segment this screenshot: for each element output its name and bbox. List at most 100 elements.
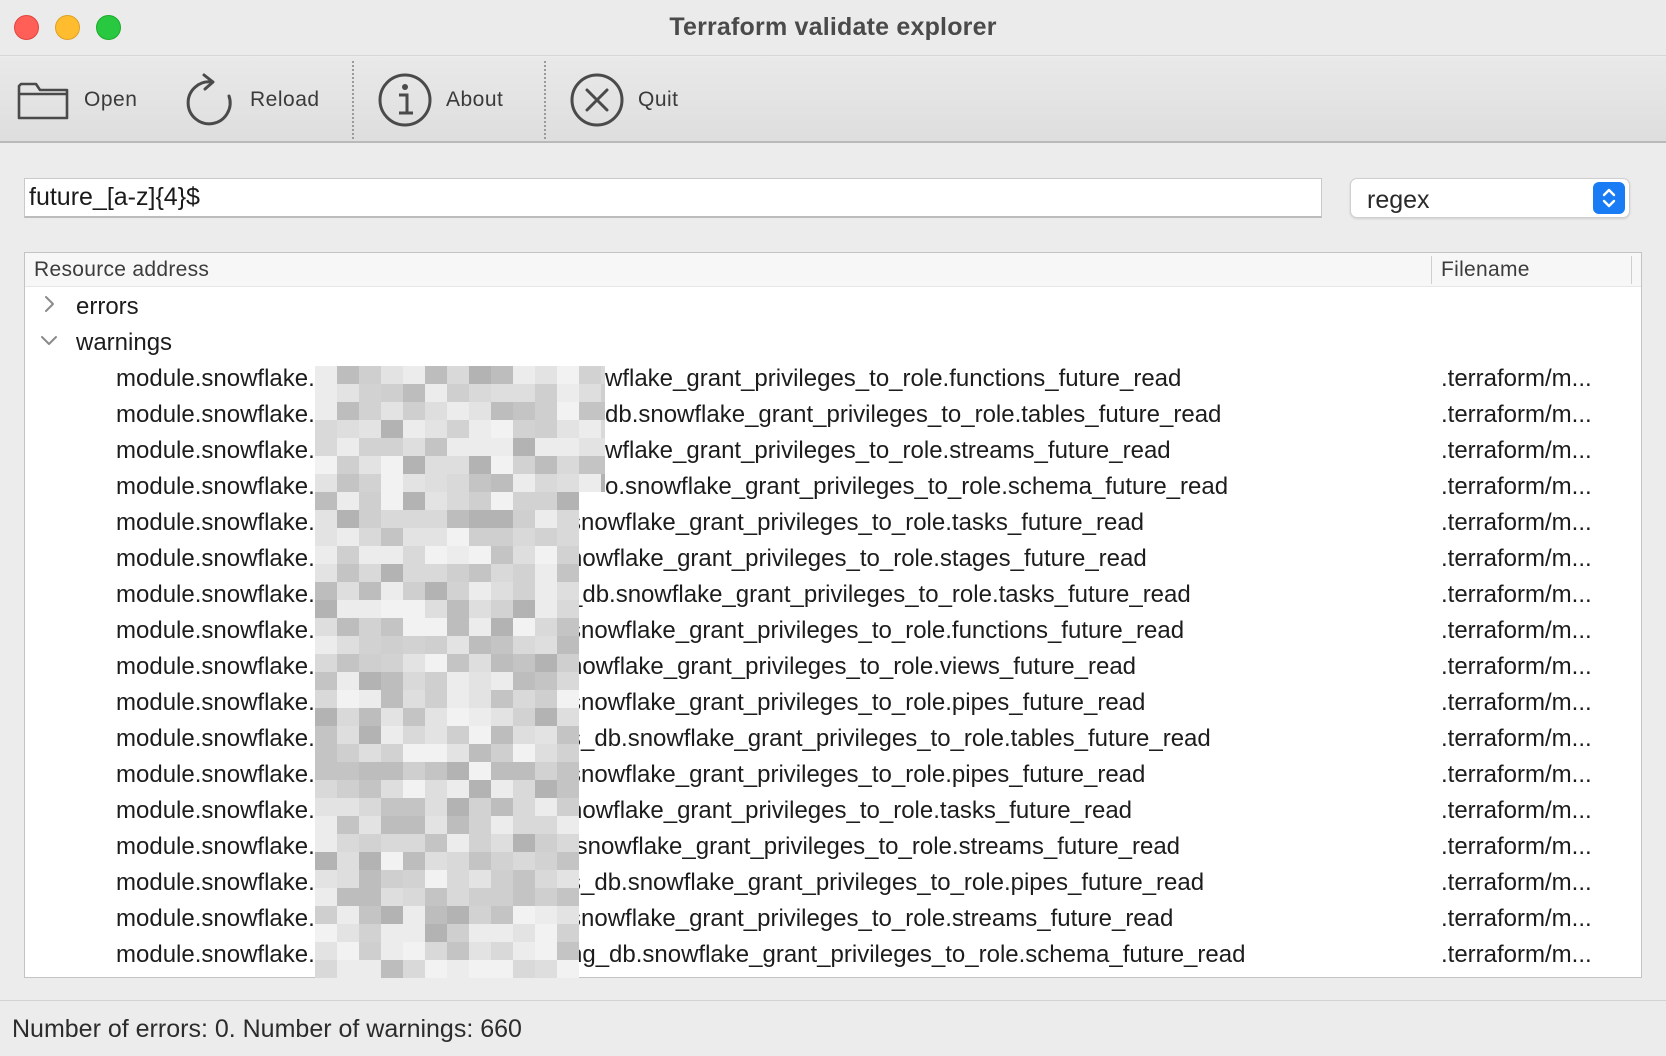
- resource-address-prefix: module.snowflake.: [116, 545, 315, 572]
- open-button[interactable]: Open: [14, 57, 137, 143]
- resource-address-suffix: snowflake_grant_privileges_to_role.strea…: [569, 905, 1174, 932]
- redaction-cell: [513, 582, 535, 600]
- table-row[interactable]: module.snowflake. nowflake_grant_privileg…: [25, 647, 1641, 683]
- reload-button[interactable]: Reload: [180, 57, 320, 143]
- table-row[interactable]: module.snowflake. db.snowflake_grant_priv…: [25, 395, 1641, 431]
- redaction-cell: [535, 636, 557, 654]
- redaction-cell: [557, 834, 579, 852]
- redaction-cell: [513, 870, 535, 888]
- redaction-cell: [381, 798, 403, 816]
- filter-input[interactable]: [24, 178, 1322, 218]
- warning-list: module.snowflake. wflake_grant_privileges…: [25, 359, 1641, 971]
- redaction-cell: [491, 942, 513, 960]
- redaction-cell: [469, 438, 491, 456]
- column-divider[interactable]: [1431, 256, 1432, 284]
- column-header-resource-address[interactable]: Resource address: [34, 258, 209, 282]
- redaction-cell: [359, 618, 381, 636]
- redaction-cell: [535, 582, 557, 600]
- redaction-cell: [491, 510, 513, 528]
- redaction-cell: [381, 420, 403, 438]
- table-row[interactable]: module.snowflake. wflake_grant_privileges…: [25, 431, 1641, 467]
- redaction-cell: [403, 672, 425, 690]
- table-row[interactable]: module.snowflake. ng_db.snowflake_grant_p…: [25, 935, 1641, 971]
- redaction-cell: [447, 726, 469, 744]
- redaction-cell: [315, 528, 337, 546]
- table-row[interactable]: module.snowflake. snowflake_grant_privile…: [25, 755, 1641, 791]
- table-row[interactable]: module.snowflake. snowflake_grant_privile…: [25, 611, 1641, 647]
- redaction-cell: [403, 762, 425, 780]
- table-row[interactable]: module.snowflake. o.snowflake_grant_privi…: [25, 467, 1641, 503]
- table-row[interactable]: module.snowflake. s_db.snowflake_grant_pr…: [25, 863, 1641, 899]
- filter-mode-select[interactable]: regex: [1350, 178, 1630, 218]
- table-row[interactable]: module.snowflake. nowflake_grant_privileg…: [25, 539, 1641, 575]
- resource-address-prefix: module.snowflake.: [116, 905, 315, 932]
- redaction-cell: [557, 888, 579, 906]
- redaction-cell: [403, 438, 425, 456]
- table-row[interactable]: module.snowflake. wflake_grant_privileges…: [25, 359, 1641, 395]
- redaction-cell: [557, 726, 579, 744]
- redaction-cell: [337, 618, 359, 636]
- table-row[interactable]: module.snowflake. snowflake_grant_privile…: [25, 899, 1641, 935]
- redaction-cell: [359, 960, 381, 978]
- filename-cell: .terraform/m...: [1441, 941, 1592, 968]
- filename-cell: .terraform/m...: [1441, 581, 1592, 608]
- table-row[interactable]: module.snowflake. snowflake_grant_privile…: [25, 503, 1641, 539]
- redaction-cell: [403, 384, 425, 402]
- filename-cell: .terraform/m...: [1441, 833, 1592, 860]
- chevron-down-icon[interactable]: [39, 329, 59, 349]
- redaction-cell: [315, 474, 337, 492]
- redaction-cell: [425, 582, 447, 600]
- about-button[interactable]: About: [376, 57, 503, 143]
- tree-group-errors[interactable]: errors: [25, 287, 1641, 323]
- redaction-cell: [359, 474, 381, 492]
- redaction-cell: [403, 474, 425, 492]
- redaction-cell: [491, 762, 513, 780]
- redaction-cell: [535, 726, 557, 744]
- redaction-cell: [359, 528, 381, 546]
- redaction-cell: [491, 906, 513, 924]
- redaction-cell: [535, 672, 557, 690]
- about-button-label: About: [446, 88, 504, 111]
- redaction-cell: [469, 510, 491, 528]
- redaction-cell: [535, 744, 557, 762]
- redaction-cell: [469, 636, 491, 654]
- redaction-cell: [447, 870, 469, 888]
- redaction-cell: [315, 366, 337, 384]
- redaction-cell: [425, 672, 447, 690]
- redaction-cell: [491, 618, 513, 636]
- redaction-cell: [359, 456, 381, 474]
- filename-cell: .terraform/m...: [1441, 617, 1592, 644]
- redaction-cell: [337, 546, 359, 564]
- redaction-cell: [601, 402, 605, 420]
- redaction-cell: [337, 888, 359, 906]
- resource-address-cell: module.snowflake. wflake_grant_privileges…: [116, 437, 1396, 465]
- tree-group-warnings[interactable]: warnings: [25, 323, 1641, 359]
- redaction-cell: [535, 780, 557, 798]
- quit-button[interactable]: Quit: [568, 57, 679, 143]
- redaction-cell: [491, 636, 513, 654]
- resource-tree[interactable]: Resource address Filename errors warning…: [24, 252, 1642, 978]
- table-row[interactable]: module.snowflake. snowflake_grant_privile…: [25, 683, 1641, 719]
- redaction-cell: [513, 510, 535, 528]
- resource-address-prefix: module.snowflake.: [116, 833, 315, 860]
- table-row[interactable]: module.snowflake. nowflake_grant_privileg…: [25, 791, 1641, 827]
- table-row[interactable]: module.snowflake. _db.snowflake_grant_pri…: [25, 575, 1641, 611]
- column-header-filename[interactable]: Filename: [1441, 258, 1530, 282]
- chevron-right-icon[interactable]: [39, 293, 59, 313]
- redaction-cell: [315, 384, 337, 402]
- redaction-cell: [381, 852, 403, 870]
- redaction-cell: [513, 888, 535, 906]
- redaction-cell: [557, 690, 579, 708]
- redaction-cell: [535, 546, 557, 564]
- column-divider[interactable]: [1631, 256, 1632, 284]
- redaction-cell: [491, 402, 513, 420]
- resource-address-cell: module.snowflake. nowflake_grant_privileg…: [116, 545, 1396, 573]
- window-title: Terraform validate explorer: [669, 13, 997, 41]
- table-row[interactable]: module.snowflake. s_db.snowflake_grant_pr…: [25, 719, 1641, 755]
- redaction-cell: [359, 942, 381, 960]
- redaction-cell: [469, 942, 491, 960]
- table-row[interactable]: module.snowflake. .snowflake_grant_privil…: [25, 827, 1641, 863]
- redaction-cell: [579, 474, 601, 492]
- redaction-cell: [381, 924, 403, 942]
- redaction-cell: [447, 600, 469, 618]
